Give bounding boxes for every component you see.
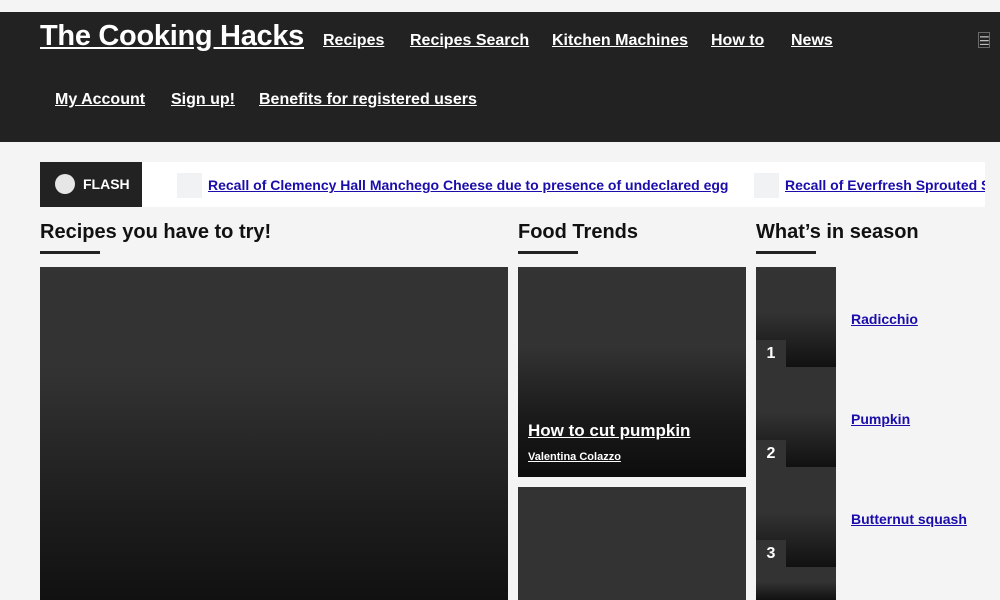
season-item-thumbnail[interactable]: 2	[756, 367, 836, 467]
nav-link-how-to[interactable]: How to	[711, 32, 764, 50]
menu-icon[interactable]: ☰	[978, 32, 990, 48]
site-header: The Cooking Hacks Recipes Recipes Search…	[0, 12, 1000, 142]
nav-link-my-account[interactable]: My Account	[55, 91, 145, 109]
flash-label: FLASH	[83, 176, 130, 192]
top-strip	[0, 0, 1000, 12]
section-title-recipes: Recipes you have to try!	[40, 221, 272, 243]
season-rank-badge: 3	[756, 540, 786, 567]
season-item-thumbnail[interactable]	[756, 567, 836, 600]
ticker-link[interactable]: Recall of Everfresh Sprouted Stone Groun…	[785, 177, 985, 193]
ticker-thumbnail	[754, 173, 779, 198]
season-item-link[interactable]: Pumpkin	[851, 411, 910, 427]
flash-icon	[55, 174, 75, 194]
season-item-link[interactable]: Butternut squash	[851, 511, 967, 527]
section-title-whats-in-season: What’s in season	[756, 221, 919, 243]
nav-link-sign-up[interactable]: Sign up!	[171, 91, 235, 109]
nav-link-news[interactable]: News	[791, 32, 833, 50]
nav-link-recipes-search[interactable]: Recipes Search	[410, 32, 529, 50]
trend-card[interactable]: How to cut pumpkin Valentina Colazzo	[518, 267, 746, 477]
season-item-thumbnail[interactable]: 1	[756, 267, 836, 367]
trend-card[interactable]	[518, 487, 746, 600]
site-logo[interactable]: The Cooking Hacks	[40, 20, 304, 53]
section-underline	[518, 251, 578, 254]
flash-badge: FLASH	[40, 162, 142, 207]
season-item-thumbnail[interactable]: 3	[756, 467, 836, 567]
section-underline	[756, 251, 816, 254]
trend-card-author[interactable]: Valentina Colazzo	[528, 451, 621, 463]
news-ticker: FLASH Recall of Clemency Hall Manchego C…	[40, 162, 985, 207]
nav-link-recipes[interactable]: Recipes	[323, 32, 384, 50]
nav-link-kitchen-machines[interactable]: Kitchen Machines	[552, 32, 688, 50]
ticker-thumbnail	[177, 173, 202, 198]
featured-recipe-card[interactable]	[40, 267, 508, 600]
season-item-link[interactable]: Radicchio	[851, 311, 918, 327]
trend-card-title[interactable]: How to cut pumpkin	[528, 421, 690, 441]
section-underline	[40, 251, 100, 254]
nav-link-benefits[interactable]: Benefits for registered users	[259, 91, 477, 109]
season-rank-badge: 2	[756, 440, 786, 467]
section-title-food-trends: Food Trends	[518, 221, 638, 243]
season-rank-badge: 1	[756, 340, 786, 367]
ticker-link[interactable]: Recall of Clemency Hall Manchego Cheese …	[208, 177, 728, 193]
